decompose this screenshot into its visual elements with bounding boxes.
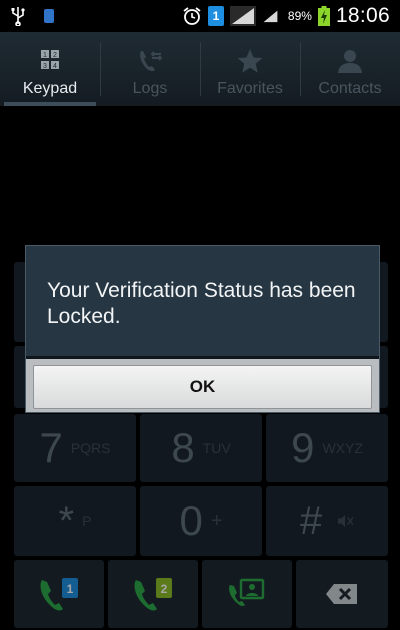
dialer-tabs: 1 2 3 4 Keypad Logs Favorites Contacts xyxy=(0,32,400,106)
signal-bars-icon xyxy=(263,10,278,23)
status-bar: 1 89% 18:06 xyxy=(0,0,400,32)
usb-icon xyxy=(11,7,25,26)
memory-icon xyxy=(44,9,54,23)
signal-bars-icon xyxy=(229,6,256,26)
tab-keypad[interactable]: 1 2 3 4 Keypad xyxy=(0,32,100,106)
tab-contacts[interactable]: Contacts xyxy=(300,32,400,106)
dialog-message: Your Verification Status has been Locked… xyxy=(47,279,356,328)
battery-percent: 89% xyxy=(287,9,312,23)
keypad-icon: 1 2 3 4 xyxy=(41,50,59,70)
tab-label: Contacts xyxy=(318,80,382,97)
tab-label: Keypad xyxy=(22,80,78,97)
alert-dialog: Your Verification Status has been Locked… xyxy=(25,245,380,413)
clock-time: 18:06 xyxy=(335,4,390,27)
person-icon xyxy=(338,50,362,73)
call-logs-icon xyxy=(140,51,163,72)
svg-text:2: 2 xyxy=(53,52,57,59)
ok-button[interactable]: OK xyxy=(33,365,372,409)
svg-text:1: 1 xyxy=(43,52,47,59)
dialog-footer: OK xyxy=(26,359,379,412)
svg-text:4: 4 xyxy=(53,63,57,70)
tab-logs[interactable]: Logs xyxy=(100,32,200,106)
alarm-clock-icon xyxy=(183,7,201,25)
tab-label: Favorites xyxy=(217,80,283,97)
battery-charging-icon xyxy=(317,6,330,26)
star-icon xyxy=(237,49,263,73)
tab-label: Logs xyxy=(132,80,168,97)
tab-favorites[interactable]: Favorites xyxy=(200,32,300,106)
sim-1-icon: 1 xyxy=(207,6,224,26)
svg-text:3: 3 xyxy=(43,63,47,70)
